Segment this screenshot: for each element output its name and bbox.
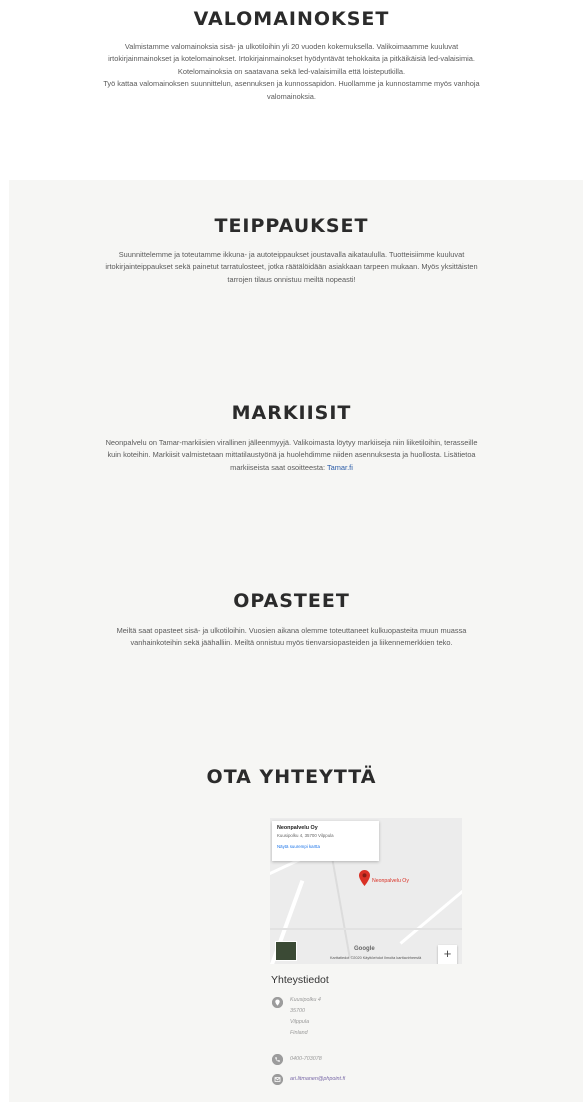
address-line: Finland bbox=[290, 1030, 308, 1036]
map-info-card: Neonpalvelu Oy Kuusipolku 4, 35700 Vilpp… bbox=[272, 821, 379, 861]
section-title: TEIPPAUKSET bbox=[214, 215, 369, 237]
location-icon bbox=[272, 997, 283, 1008]
google-logo: Google bbox=[354, 946, 375, 952]
map-card-address: Kuusipolku 4, 35700 Vilppula bbox=[277, 833, 334, 838]
phone-number[interactable]: 0400-703078 bbox=[290, 1054, 322, 1065]
section-text: Suunnittelemme ja toteutamme ikkuna- ja … bbox=[105, 250, 478, 284]
map-pin-label: Neonpalvelu Oy bbox=[372, 878, 409, 884]
section-opasteet: OPASTEET Meiltä saat opasteet sisä- ja u… bbox=[0, 590, 583, 650]
contact-info-title: Yhteystiedot bbox=[271, 974, 329, 986]
zoom-in-button[interactable]: + bbox=[438, 945, 457, 963]
map-zoom-controls: + − bbox=[438, 945, 457, 964]
section-contact: OTA YHTEYTTÄ bbox=[0, 766, 583, 788]
section-title: MARKIISIT bbox=[231, 402, 352, 424]
satellite-toggle[interactable] bbox=[275, 941, 297, 961]
map-road bbox=[270, 928, 462, 930]
address-line: 35700 bbox=[290, 1008, 305, 1014]
address-line: Vilppula bbox=[290, 1019, 310, 1025]
email-link[interactable]: ari.litmanen@phpoint.fi bbox=[290, 1074, 345, 1085]
section-valomainokset: VALOMAINOKSET Valmistamme valomainoksia … bbox=[0, 8, 583, 103]
tamar-link[interactable]: Tamar.fi bbox=[327, 463, 353, 472]
section-title: VALOMAINOKSET bbox=[193, 8, 390, 30]
map-card-name: Neonpalvelu Oy bbox=[277, 825, 318, 831]
map-attribution: Karttatiedot ©2020 Käyttöehdot Ilmoita k… bbox=[330, 956, 422, 960]
section-title: OPASTEET bbox=[233, 590, 350, 612]
address-line: Kuusipolku 4 bbox=[290, 997, 321, 1003]
section-text: Neonpalvelu on Tamar-markiisien virallin… bbox=[105, 438, 478, 472]
map-road bbox=[331, 858, 351, 958]
section-text: Valmistamme valomainoksia sisä- ja ulkot… bbox=[103, 42, 480, 101]
map-embed[interactable]: Neonpalvelu Oy Kuusipolku 4, 35700 Vilpp… bbox=[270, 818, 462, 964]
map-road bbox=[399, 884, 462, 945]
email-icon bbox=[272, 1074, 283, 1085]
section-text: Meiltä saat opasteet sisä- ja ulkotiloih… bbox=[116, 626, 467, 648]
map-pin-icon[interactable] bbox=[359, 870, 370, 886]
phone-icon bbox=[272, 1054, 283, 1065]
section-teippaukset: TEIPPAUKSET Suunnittelemme ja toteutamme… bbox=[0, 215, 583, 286]
section-markiisit: MARKIISIT Neonpalvelu on Tamar-markiisie… bbox=[0, 402, 583, 474]
section-title: OTA YHTEYTTÄ bbox=[206, 766, 377, 788]
larger-map-link[interactable]: Näytä suurempi kartta bbox=[277, 844, 374, 849]
zoom-out-button[interactable]: − bbox=[438, 963, 457, 964]
address-block: Kuusipolku 4 35700 Vilppula Finland bbox=[290, 995, 321, 1039]
